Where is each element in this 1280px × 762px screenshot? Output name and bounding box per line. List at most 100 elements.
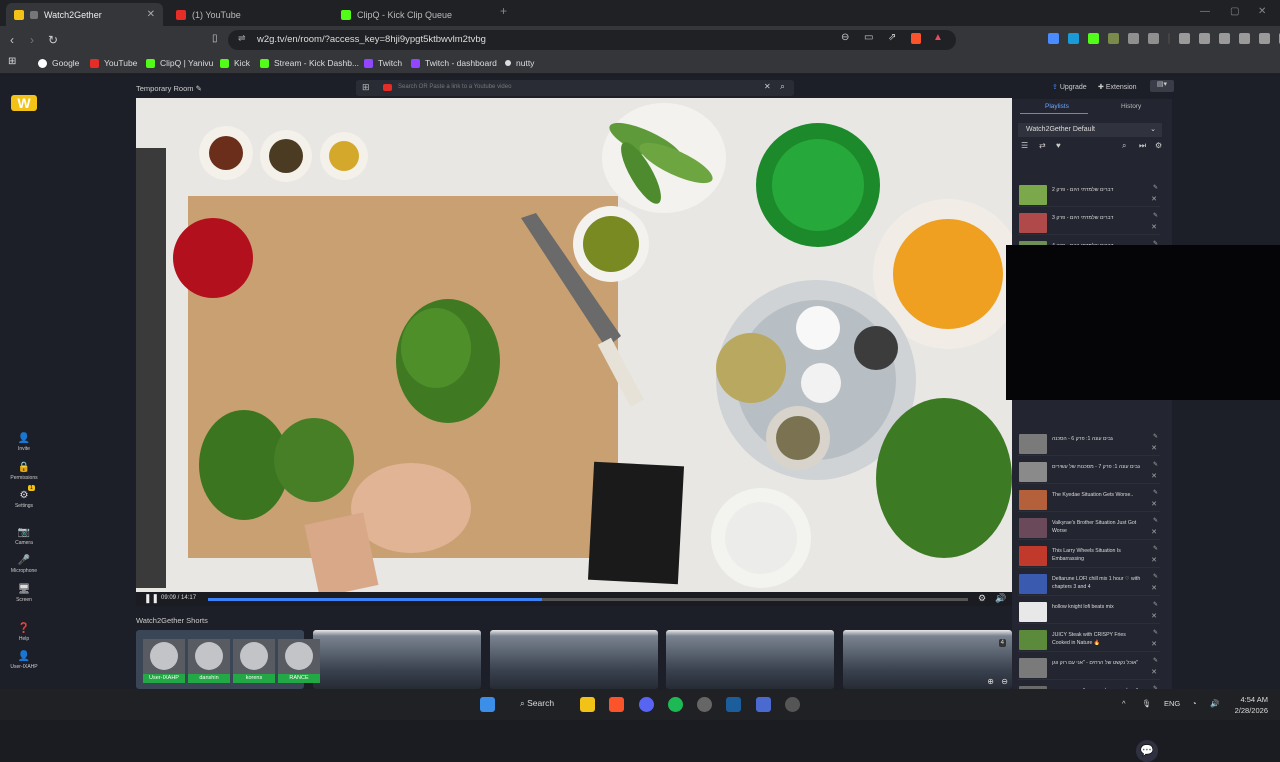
remove-icon[interactable]: ✕ [1151, 584, 1157, 592]
discord-icon[interactable] [639, 697, 654, 712]
share-icon[interactable]: ⇗ [888, 32, 896, 43]
tray-microphone-icon[interactable]: 🎙 [1142, 699, 1152, 708]
tab-youtube[interactable]: (1) YouTube [168, 3, 328, 26]
bookmark-kick[interactable]: Kick [220, 58, 250, 68]
skip-icon[interactable]: ⏭ [1139, 141, 1146, 151]
nav-invite[interactable]: 👤 Invite [4, 433, 44, 452]
app-icon[interactable] [785, 697, 800, 712]
playlist-item[interactable]: אוכל נקשט של הרחים - "אני עם רוק ווגן" ✎ ✕ [1018, 656, 1160, 680]
spotify-icon[interactable] [668, 697, 683, 712]
nav-user[interactable]: 👤 User-IXAHP [4, 651, 44, 670]
edit-icon[interactable]: ✎ [1153, 545, 1158, 552]
minimize-icon[interactable]: — [1200, 6, 1210, 17]
edit-icon[interactable]: ✎ [1153, 573, 1158, 580]
speaker-icon[interactable]: 🔊 [1210, 699, 1219, 708]
short-card[interactable] [666, 630, 834, 689]
clock[interactable]: 4:54 AM 2/28/2026 [1235, 694, 1268, 716]
bookmark-twitch[interactable]: Twitch [364, 58, 402, 68]
extension-4-icon[interactable] [1108, 33, 1119, 44]
playlist-select[interactable]: Watch2Gether Default ⌄ [1018, 123, 1162, 137]
remove-icon[interactable]: ✕ [1151, 195, 1157, 203]
vpn-icon[interactable] [1259, 33, 1270, 44]
leo-icon[interactable] [1239, 33, 1250, 44]
pause-icon[interactable]: ❚❚ [144, 593, 159, 604]
edit-icon[interactable]: ✎ [1153, 184, 1158, 191]
nav-screen[interactable]: 🖥 Screen [4, 584, 44, 603]
edit-icon[interactable]: ✎ [1153, 629, 1158, 636]
edit-icon[interactable]: ✎ [1153, 489, 1158, 496]
playlist-item[interactable]: hollow knight lofi beats mix ✎ ✕ [1018, 600, 1160, 624]
close-window-icon[interactable]: ✕ [1258, 6, 1266, 17]
video-player[interactable] [136, 98, 1012, 592]
extension-6-icon[interactable] [1148, 33, 1159, 44]
close-tab-icon[interactable]: ✕ [147, 9, 155, 20]
edit-icon[interactable]: ✎ [1153, 601, 1158, 608]
edit-icon[interactable]: ✎ [1153, 212, 1158, 219]
bookmark-icon[interactable]: ▯ [212, 33, 218, 44]
user-tile[interactable]: danshin [188, 639, 230, 683]
progress-bar[interactable] [208, 598, 968, 601]
new-tab-icon[interactable]: + [500, 4, 507, 18]
zoom-icon[interactable]: ⊖ [841, 32, 849, 43]
edit-icon[interactable]: ✎ [1153, 433, 1158, 440]
short-card[interactable]: 4 ⊕ ⊖ [843, 630, 1012, 689]
tab-watch2gether[interactable]: Watch2Gether ✕ [6, 3, 163, 26]
heart-icon[interactable]: ♥ [1056, 141, 1061, 150]
bookmark-youtube[interactable]: YouTube [90, 58, 137, 68]
playlist-item[interactable]: This Larry Wheels Situation Is Embarrass… [1018, 544, 1160, 568]
reload-icon[interactable]: ↻ [48, 33, 58, 47]
app-icon[interactable] [756, 697, 771, 712]
edit-icon[interactable]: ✎ [1153, 657, 1158, 664]
forward-icon[interactable]: › [30, 33, 34, 47]
nav-camera[interactable]: 📷 Camera [4, 527, 44, 546]
short-card[interactable] [490, 630, 658, 689]
user-tile[interactable]: RANCE [278, 639, 320, 683]
obs-icon[interactable] [697, 697, 712, 712]
tab-playlists[interactable]: Playlists [1045, 103, 1069, 110]
steam-icon[interactable] [726, 697, 741, 712]
zoom-in-icon[interactable]: ⊕ [987, 677, 994, 686]
chat-icon[interactable]: 💬 [1136, 740, 1158, 762]
bookmark-kick-dashboard[interactable]: Stream - Kick Dashb... [260, 58, 359, 68]
back-icon[interactable]: ‹ [10, 33, 14, 47]
nav-permissions[interactable]: 🔒 Permissions [4, 462, 44, 481]
search-icon[interactable]: ⌕ [1122, 141, 1126, 151]
remove-icon[interactable]: ✕ [1151, 668, 1157, 676]
settings-icon[interactable]: ⚙ [1155, 141, 1162, 150]
cast-icon[interactable]: ▭ [864, 32, 873, 43]
bookmark-nutty[interactable]: nutty [505, 58, 534, 68]
edit-icon[interactable]: ✎ [1153, 517, 1158, 524]
list-icon[interactable]: ☰ [1021, 141, 1028, 150]
maximize-icon[interactable]: ▢ [1230, 6, 1239, 17]
extension-3-icon[interactable] [1088, 33, 1099, 44]
layout-toggle[interactable]: ▤▾ [1150, 80, 1174, 92]
playlist-item[interactable]: Valkyrae's Brother Situation Just Got Wo… [1018, 516, 1160, 540]
music-icon[interactable] [1179, 33, 1190, 44]
playlist-item[interactable]: דברים שלמדתי היום - פרק 3 ✎ ✕ [1018, 211, 1160, 235]
watch2gether-logo[interactable]: W [11, 95, 37, 111]
playlist-item[interactable]: Deltarune LOFI chill mix 1 hour ♡ with c… [1018, 572, 1160, 596]
settings-icon[interactable]: ⚙ [978, 593, 986, 604]
wallet-icon[interactable] [1219, 33, 1230, 44]
extension-2-icon[interactable] [1068, 33, 1079, 44]
room-title[interactable]: Temporary Room ✎ [136, 84, 202, 93]
bookmark-clipq[interactable]: ClipQ | Yanivu [146, 58, 213, 68]
bookmark-twitch-dashboard[interactable]: Twitch - dashboard [411, 58, 497, 68]
nav-help[interactable]: ❓ Help [4, 623, 44, 642]
tray-chevron-icon[interactable]: ^ [1122, 699, 1126, 708]
user-tile[interactable]: User-IXAHP [143, 639, 185, 683]
nav-microphone[interactable]: 🎤 Microphone [4, 555, 44, 574]
upgrade-button[interactable]: ⇪ Upgrade [1052, 83, 1087, 91]
playlist-item[interactable]: JUICY Steak with CRISPY Fries Cooked in … [1018, 628, 1160, 652]
extension-button[interactable]: ✚ Extension [1098, 83, 1137, 91]
playlist-item[interactable]: The Kyedae Situation Gets Worse.. ✎ ✕ [1018, 488, 1160, 512]
remove-icon[interactable]: ✕ [1151, 500, 1157, 508]
tab-clipq[interactable]: ClipQ - Kick Clip Queue [333, 3, 493, 26]
remove-icon[interactable]: ✕ [1151, 556, 1157, 564]
remove-icon[interactable]: ✕ [1151, 528, 1157, 536]
zoom-out-icon[interactable]: ⊖ [1001, 677, 1008, 686]
remove-icon[interactable]: ✕ [1151, 612, 1157, 620]
nav-settings[interactable]: ⚙ Settings 1 [4, 485, 44, 509]
short-card[interactable] [313, 630, 481, 689]
search-icon[interactable]: ⌕ [780, 81, 785, 92]
